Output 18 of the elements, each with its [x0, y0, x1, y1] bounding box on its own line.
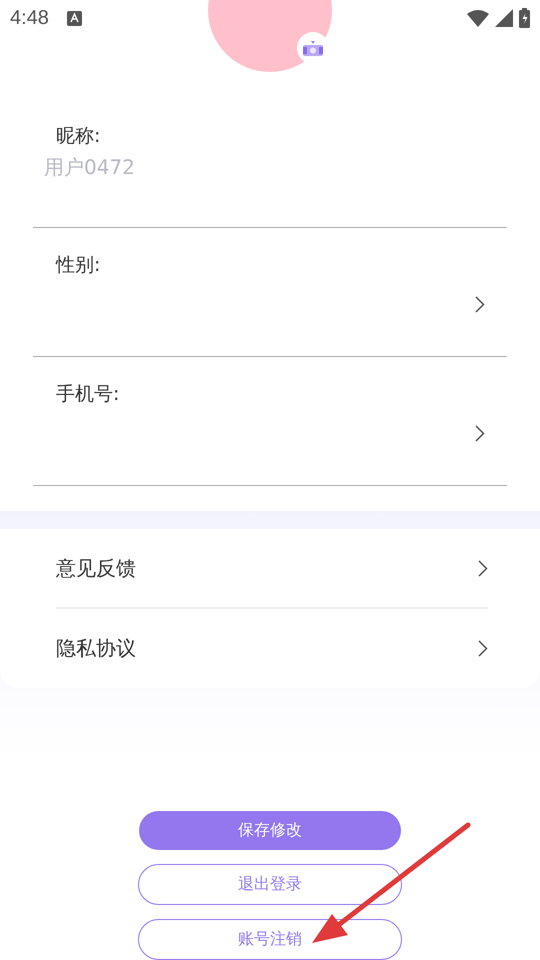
chevron-icon — [475, 296, 485, 313]
menu-item[interactable]: 意见反馈 — [56, 528, 488, 610]
status-time: 4:48 — [10, 6, 49, 30]
signal-icon — [495, 9, 513, 28]
chevron-icon — [475, 424, 485, 442]
outline-button[interactable]: 退出登录 — [138, 864, 402, 905]
battery-icon — [519, 8, 530, 28]
field-label: 性别: — [56, 252, 100, 278]
chevron-icon — [478, 640, 488, 658]
chevron-icon — [478, 560, 488, 577]
wifi-icon — [467, 9, 489, 28]
field-label: 手机号: — [56, 382, 120, 407]
keyboard-notification-icon — [66, 10, 82, 26]
save-button[interactable]: 保存修改 — [139, 811, 401, 850]
field-label: 昵称: — [56, 124, 100, 149]
nickname-field[interactable]: 用户0472 — [44, 154, 344, 179]
menu-item[interactable]: 隐私协议 — [56, 609, 488, 688]
outline-button[interactable]: 账号注销 — [138, 919, 402, 960]
